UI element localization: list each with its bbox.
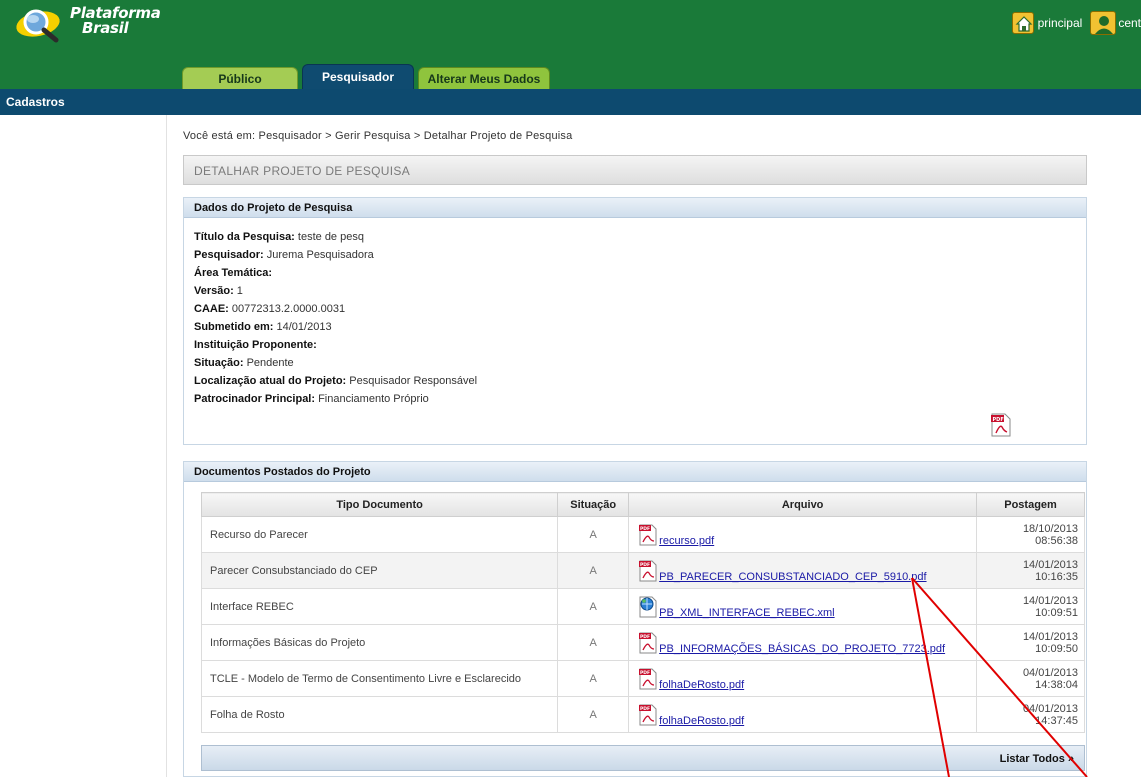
cell-situacao: A — [557, 696, 630, 733]
cell-tipo: Recurso do Parecer — [200, 516, 559, 553]
file-link[interactable]: folhaDeRosto.pdf — [659, 679, 744, 691]
field-patrocinador: Patrocinador Principal: Financiamento Pr… — [194, 393, 429, 405]
cell-postagem: 18/10/2013 08:56:38 — [976, 516, 1085, 553]
field-situacao: Situação: Pendente — [194, 357, 294, 369]
cell-situacao: A — [557, 660, 630, 697]
plataforma-brasil-logo[interactable]: Plataforma Brasil — [12, 2, 182, 46]
col-situacao: Situação — [557, 492, 630, 517]
xml-file-icon — [639, 596, 657, 617]
svg-text:PDF: PDF — [640, 670, 650, 676]
cell-postagem: 04/01/2013 14:37:45 — [976, 696, 1085, 733]
table-row: Recurso do Parecer A PDF recurso.pdf 18/… — [200, 516, 1085, 553]
file-link[interactable]: PB_XML_INTERFACE_REBEC.xml — [659, 607, 834, 619]
cell-situacao: A — [557, 588, 630, 625]
dados-fields: Título da Pesquisa: teste de pesq Pesqui… — [194, 228, 477, 408]
file-link[interactable]: folhaDeRosto.pdf — [659, 715, 744, 727]
field-titulo: Título da Pesquisa: teste de pesq — [194, 231, 364, 243]
cell-situacao: A — [557, 516, 630, 553]
cell-arquivo: PDF recurso.pdf — [628, 516, 978, 553]
main-tabs: Público Pesquisador Alterar Meus Dados — [182, 64, 554, 89]
table-header-row: Tipo Documento Situação Arquivo Postagem — [200, 492, 1085, 517]
cell-postagem: 14/01/2013 10:09:50 — [976, 624, 1085, 661]
cell-arquivo: PDF PB_PARECER_CONSUBSTANCIADO_CEP_5910.… — [628, 552, 978, 589]
field-caae: CAAE: 00772313.2.0000.0031 — [194, 303, 346, 315]
home-icon[interactable] — [1011, 12, 1034, 34]
user-icon[interactable] — [1090, 11, 1117, 35]
cell-postagem: 14/01/2013 10:16:35 — [976, 552, 1085, 589]
globe-magnifier-icon — [16, 9, 60, 43]
table-row: Interface REBEC A PB_XML_INTERFACE_REBEC… — [200, 588, 1085, 625]
col-tipo-documento: Tipo Documento — [200, 492, 559, 517]
col-postagem: Postagem — [976, 492, 1085, 517]
cell-tipo: Interface REBEC — [200, 588, 559, 625]
nav-cadastros[interactable]: Cadastros — [6, 95, 65, 109]
field-pesquisador: Pesquisador: Jurema Pesquisadora — [194, 249, 374, 261]
dados-panel-title: Dados do Projeto de Pesquisa — [184, 198, 1086, 218]
page-title: DETALHAR PROJETO DE PESQUISA — [194, 164, 411, 178]
pdf-icon: PDF — [639, 524, 657, 545]
file-link[interactable]: PB_INFORMAÇÕES_BÁSICAS_DO_PROJETO_7723.p… — [659, 643, 945, 655]
cell-arquivo: PB_XML_INTERFACE_REBEC.xml — [628, 588, 978, 625]
documentos-table: Tipo Documento Situação Arquivo Postagem… — [200, 492, 1085, 733]
pdf-icon: PDF — [639, 668, 657, 689]
pdf-icon: PDF — [639, 632, 657, 653]
cell-postagem: 04/01/2013 14:38:04 — [976, 660, 1085, 697]
cell-postagem: 14/01/2013 10:09:51 — [976, 588, 1085, 625]
main-content: Você está em: Pesquisador > Gerir Pesqui… — [166, 115, 1126, 777]
cell-situacao: A — [557, 624, 630, 661]
page-title-bar: DETALHAR PROJETO DE PESQUISA — [183, 155, 1087, 185]
cell-arquivo: PDF folhaDeRosto.pdf — [628, 696, 978, 733]
pdf-icon: PDF — [639, 704, 657, 725]
cell-tipo: TCLE - Modelo de Termo de Consentimento … — [200, 660, 559, 697]
dados-projeto-panel: Dados do Projeto de Pesquisa Título da P… — [183, 197, 1087, 445]
listar-todos-link[interactable]: Listar Todos » — [1000, 753, 1074, 765]
svg-text:PDF: PDF — [640, 526, 650, 532]
svg-text:PDF: PDF — [640, 634, 650, 640]
field-instituicao: Instituição Proponente: — [194, 339, 317, 351]
svg-text:PDF: PDF — [640, 562, 650, 568]
breadcrumb: Você está em: Pesquisador > Gerir Pesqui… — [183, 130, 573, 142]
pdf-icon: PDF — [639, 560, 657, 581]
tab-pesquisador[interactable]: Pesquisador — [302, 64, 414, 89]
tab-alterar-meus-dados[interactable]: Alterar Meus Dados — [418, 67, 550, 89]
table-row: Parecer Consubstanciado do CEP A PDF PB_… — [200, 552, 1085, 589]
file-link[interactable]: recurso.pdf — [659, 535, 714, 547]
cell-tipo: Informações Básicas do Projeto — [200, 624, 559, 661]
cell-arquivo: PDF folhaDeRosto.pdf — [628, 660, 978, 697]
header-links: principal cent — [1011, 10, 1141, 36]
field-submetido: Submetido em: 14/01/2013 — [194, 321, 332, 333]
pdf-download-icon[interactable]: PDF — [990, 412, 1012, 438]
field-versao: Versão: 1 — [194, 285, 243, 297]
cell-tipo: Parecer Consubstanciado do CEP — [200, 552, 559, 589]
svg-text:PDF: PDF — [640, 706, 650, 712]
table-row: Folha de Rosto A PDF folhaDeRosto.pdf 04… — [200, 696, 1085, 733]
cell-situacao: A — [557, 552, 630, 589]
documentos-panel-title: Documentos Postados do Projeto — [184, 462, 1086, 482]
logo-line2: Brasil — [82, 19, 129, 37]
table-row: Informações Básicas do Projeto A PDF PB_… — [200, 624, 1085, 661]
field-area-tematica: Área Temática: — [194, 267, 273, 279]
col-arquivo: Arquivo — [628, 492, 978, 517]
cell-tipo: Folha de Rosto — [200, 696, 559, 733]
table-row: TCLE - Modelo de Termo de Consentimento … — [200, 660, 1085, 697]
principal-link[interactable]: principal — [1038, 16, 1083, 30]
secondary-nav: Cadastros — [0, 89, 1141, 115]
field-localizacao: Localização atual do Projeto: Pesquisado… — [194, 375, 478, 387]
documentos-panel: Documentos Postados do Projeto Tipo Docu… — [183, 461, 1087, 777]
app-header: Plataforma Brasil principal cent Público… — [0, 0, 1141, 89]
file-link[interactable]: PB_PARECER_CONSUBSTANCIADO_CEP_5910.pdf — [659, 571, 926, 583]
cell-arquivo: PDF PB_INFORMAÇÕES_BÁSICAS_DO_PROJETO_77… — [628, 624, 978, 661]
svg-text:PDF: PDF — [993, 417, 1004, 423]
tab-publico[interactable]: Público — [182, 67, 298, 89]
listar-todos-bar: Listar Todos » — [201, 745, 1085, 771]
user-link-truncated[interactable]: cent — [1118, 16, 1141, 30]
